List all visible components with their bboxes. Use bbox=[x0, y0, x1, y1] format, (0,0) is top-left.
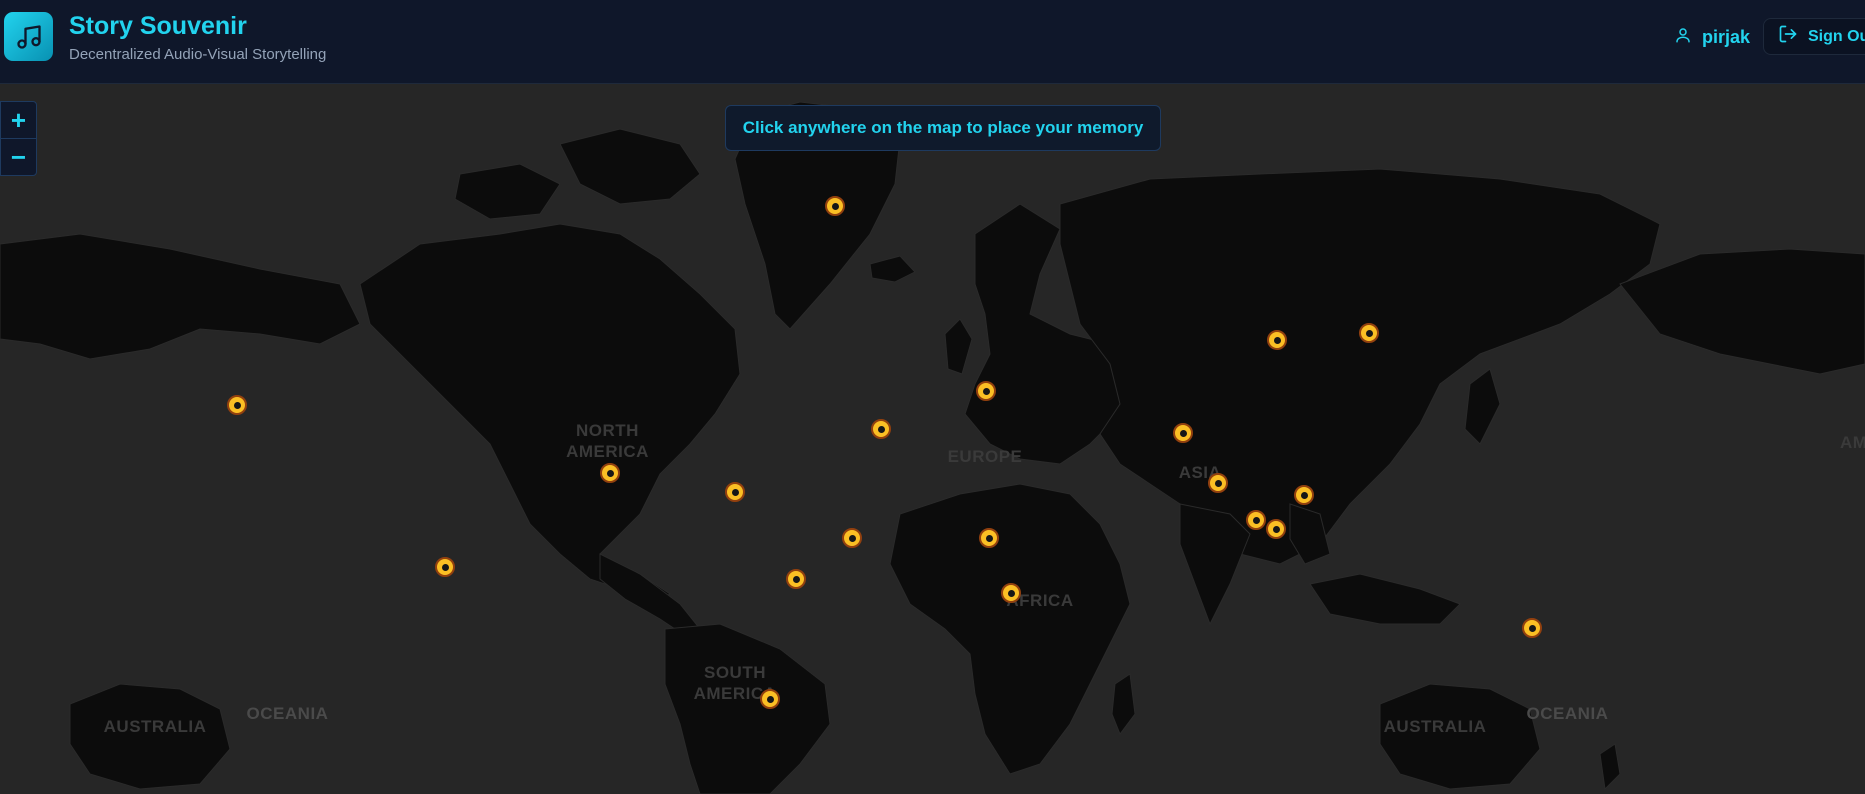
app-header: Story Souvenir Decentralized Audio-Visua… bbox=[0, 0, 1865, 84]
memory-marker[interactable] bbox=[1001, 583, 1021, 603]
label-north-america: NORTH AMERICA bbox=[566, 421, 649, 461]
memory-marker[interactable] bbox=[1246, 510, 1266, 530]
label-australia-right: AUSTRALIA bbox=[1383, 717, 1487, 736]
app-subtitle: Decentralized Audio-Visual Storytelling bbox=[69, 46, 327, 63]
sign-out-button[interactable]: Sign Out bbox=[1763, 18, 1865, 55]
memory-marker[interactable] bbox=[825, 196, 845, 216]
memory-marker[interactable] bbox=[1522, 618, 1542, 638]
memory-marker[interactable] bbox=[760, 689, 780, 709]
memory-marker[interactable] bbox=[600, 463, 620, 483]
memory-marker[interactable] bbox=[1359, 323, 1379, 343]
label-oceania-right: OCEANIA bbox=[1526, 704, 1609, 723]
memory-marker[interactable] bbox=[1267, 330, 1287, 350]
sign-out-icon bbox=[1778, 24, 1798, 49]
label-america-edge: AM bbox=[1840, 433, 1865, 452]
zoom-out-button[interactable]: − bbox=[1, 138, 36, 175]
memory-marker[interactable] bbox=[1266, 519, 1286, 539]
world-map[interactable]: NORTH AMERICA EUROPE ASIA AFRICA SOUTH A… bbox=[0, 84, 1865, 794]
zoom-in-button[interactable]: + bbox=[1, 102, 36, 138]
memory-marker[interactable] bbox=[725, 482, 745, 502]
label-oceania-left: OCEANIA bbox=[246, 704, 329, 723]
memory-marker[interactable] bbox=[979, 528, 999, 548]
music-note-icon bbox=[4, 12, 53, 61]
map-hint-banner: Click anywhere on the map to place your … bbox=[725, 105, 1161, 151]
label-australia-left: AUSTRALIA bbox=[103, 717, 207, 736]
memory-marker[interactable] bbox=[1208, 473, 1228, 493]
memory-marker[interactable] bbox=[1294, 485, 1314, 505]
app-title: Story Souvenir bbox=[69, 12, 247, 40]
username: pirjak bbox=[1702, 27, 1751, 47]
memory-marker[interactable] bbox=[786, 569, 806, 589]
memory-marker[interactable] bbox=[227, 395, 247, 415]
memory-marker[interactable] bbox=[871, 419, 891, 439]
sign-out-label: Sign Out bbox=[1808, 27, 1865, 45]
label-europe: EUROPE bbox=[947, 447, 1023, 466]
user-profile[interactable]: pirjak bbox=[1674, 26, 1750, 49]
memory-marker[interactable] bbox=[976, 381, 996, 401]
memory-marker[interactable] bbox=[1173, 423, 1193, 443]
memory-marker[interactable] bbox=[435, 557, 455, 577]
zoom-controls: + − bbox=[0, 101, 37, 176]
user-icon bbox=[1674, 26, 1692, 49]
world-map-land bbox=[0, 101, 1865, 794]
memory-marker[interactable] bbox=[842, 528, 862, 548]
